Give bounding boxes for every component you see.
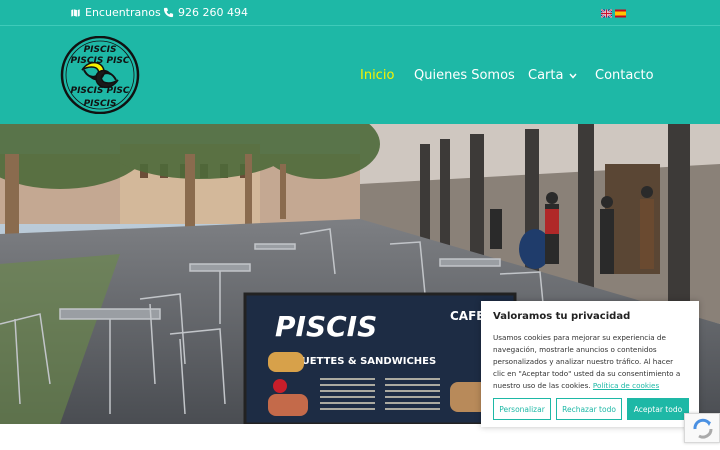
map-icon xyxy=(70,8,81,18)
recaptcha-badge[interactable] xyxy=(684,413,720,443)
customize-button[interactable]: Personalizar xyxy=(493,398,551,420)
nav-contacto-label: Contacto xyxy=(595,68,654,83)
cookie-consent-banner: Valoramos tu privacidad Usamos cookies p… xyxy=(481,301,699,427)
recaptcha-icon xyxy=(693,418,713,439)
cookie-buttons: Personalizar Rechazar todo Aceptar todo xyxy=(493,398,689,420)
chevron-down-icon xyxy=(569,73,577,79)
spain-flag-icon[interactable] xyxy=(615,8,626,19)
location-link[interactable]: Encuentranos xyxy=(70,6,161,19)
piscis-logo[interactable]: PISCIS PISCIS PISC PISCIS PISC PISCIS xyxy=(60,36,140,114)
cookie-policy-link[interactable]: Política de cookies xyxy=(593,381,659,390)
nav-carta[interactable]: Carta xyxy=(528,68,577,83)
svg-text:PISCIS: PISCIS xyxy=(84,99,117,109)
phone-link[interactable]: 926 260 494 xyxy=(163,6,248,19)
phone-icon xyxy=(163,7,174,18)
nav-quienes-somos-label: Quienes Somos xyxy=(414,68,515,83)
cookie-text: Usamos cookies para mejorar su experienc… xyxy=(493,332,687,392)
site-header: PISCIS PISCIS PISC PISCIS PISC PISCIS In… xyxy=(0,25,720,124)
uk-flag-icon[interactable] xyxy=(601,8,612,19)
nav-inicio-label: Inicio xyxy=(360,68,395,83)
accept-all-button[interactable]: Aceptar todo xyxy=(627,398,689,420)
reject-all-button[interactable]: Rechazar todo xyxy=(556,398,622,420)
sign-title: PISCIS xyxy=(275,310,377,343)
svg-text:PISCIS: PISCIS xyxy=(84,45,117,55)
svg-text:PISCIS PISC: PISCIS PISC xyxy=(70,86,129,96)
nav-inicio[interactable]: Inicio xyxy=(360,68,394,83)
phone-label: 926 260 494 xyxy=(178,6,248,19)
nav-carta-label: Carta xyxy=(528,68,564,83)
language-switcher xyxy=(601,8,626,19)
piscis-sign-board: PISCIS BAGUETTES & SANDWICHES CAFE BAR xyxy=(243,292,517,424)
top-bar: Encuentranos 926 260 494 xyxy=(0,0,720,25)
cookie-title: Valoramos tu privacidad xyxy=(493,311,631,322)
location-label: Encuentranos xyxy=(85,6,161,19)
nav-quienes-somos[interactable]: Quienes Somos xyxy=(414,68,515,83)
nav-contacto[interactable]: Contacto xyxy=(595,68,654,83)
